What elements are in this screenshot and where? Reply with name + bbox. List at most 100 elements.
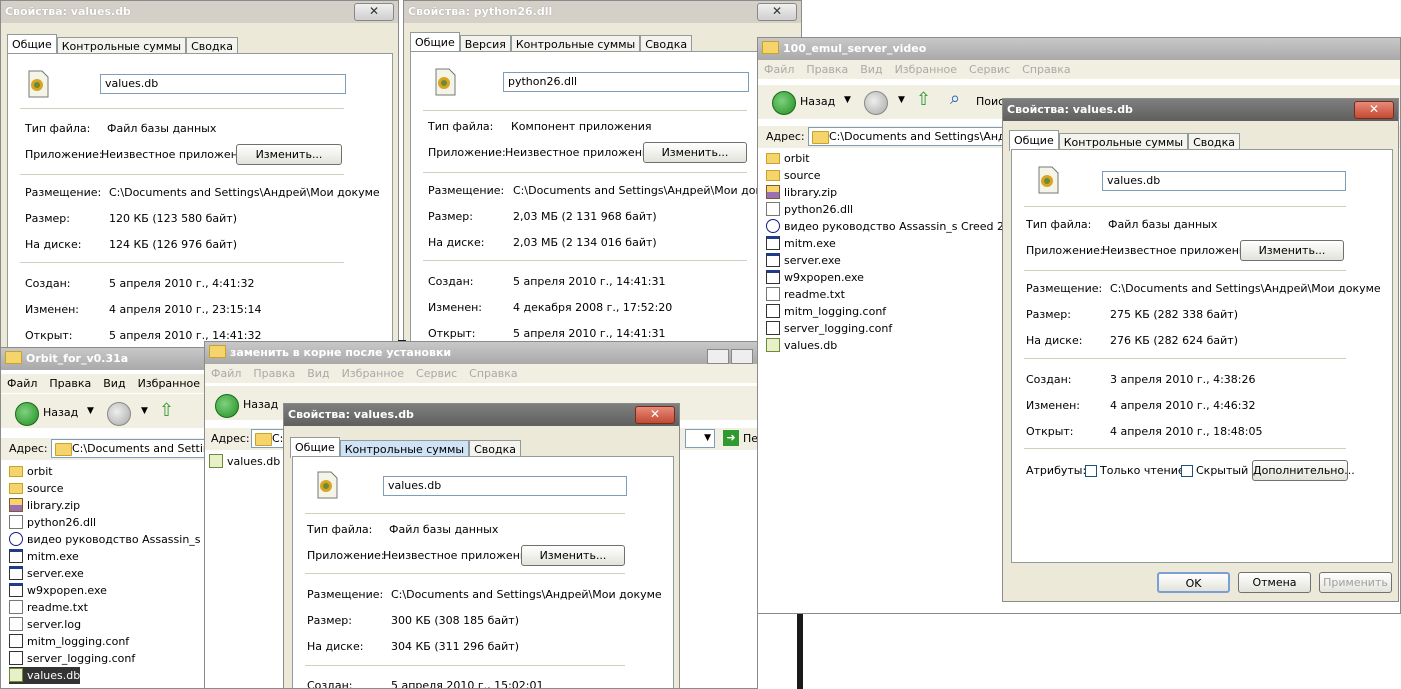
back-arrow-icon[interactable] — [772, 91, 796, 115]
config-file-icon — [766, 304, 780, 318]
list-item-selected[interactable]: values.db — [9, 667, 81, 684]
list-item[interactable]: server_logging.conf — [766, 320, 892, 337]
advanced-button[interactable]: Дополнительно... — [1252, 460, 1355, 481]
list-item[interactable]: видео руководство Assassin_s Cree — [9, 531, 205, 548]
folder-up-icon[interactable]: ⇧ — [916, 89, 931, 110]
cancel-button[interactable]: Отмена — [1238, 572, 1311, 593]
list-item[interactable]: server.log — [9, 616, 81, 633]
list-item[interactable]: values.db — [766, 337, 837, 354]
filename-field[interactable]: values.db — [383, 476, 627, 496]
change-button[interactable]: Изменить... — [643, 142, 747, 163]
filename-field[interactable]: values.db — [1102, 171, 1346, 191]
tab-general[interactable]: Общие — [1009, 130, 1059, 151]
list-item[interactable]: видео руководство Assassin_s Creed 2.flv — [766, 218, 1021, 235]
location-label: Размещение: — [428, 184, 505, 197]
forward-arrow-icon[interactable] — [107, 402, 131, 426]
back-button-label[interactable]: Назад — [800, 95, 835, 108]
menu-tools[interactable]: Сервис — [416, 367, 457, 380]
menu-edit[interactable]: Правка — [806, 63, 848, 76]
menu-file[interactable]: Файл — [211, 367, 241, 380]
list-item[interactable]: readme.txt — [766, 286, 845, 303]
back-button-label[interactable]: Назад — [243, 398, 278, 411]
close-button[interactable]: ✕ — [1354, 101, 1394, 119]
maximize-button[interactable] — [731, 349, 753, 364]
menu-tools[interactable]: Сервис — [969, 63, 1010, 76]
change-button[interactable]: Изменить... — [236, 144, 342, 165]
menu-edit[interactable]: Правка — [253, 367, 295, 380]
menu-view[interactable]: Вид — [103, 377, 125, 390]
forward-arrow-icon[interactable] — [864, 91, 888, 115]
menu-view[interactable]: Вид — [307, 367, 329, 380]
list-item[interactable]: w9xpopen.exe — [766, 269, 864, 286]
tab-general[interactable]: Общие — [7, 34, 57, 55]
list-item[interactable]: values.db — [209, 453, 280, 470]
address-input[interactable]: C:\Documents and Settings\Андрей — [808, 127, 1008, 146]
folder-up-icon[interactable]: ⇧ — [159, 400, 174, 421]
chevron-down-icon[interactable]: ▼ — [898, 95, 905, 105]
readonly-checkbox[interactable] — [1085, 465, 1097, 477]
back-button-label[interactable]: Назад — [43, 406, 78, 419]
title-bar[interactable]: Orbit_for_v0.31a — [1, 348, 205, 370]
readonly-label: Только чтение — [1100, 464, 1185, 477]
title-bar[interactable]: Свойства: python26.dll — [404, 1, 801, 23]
tab-general[interactable]: Общие — [410, 32, 460, 53]
chevron-down-icon[interactable]: ▼ — [844, 95, 851, 105]
list-item[interactable]: orbit — [766, 150, 810, 167]
title-bar[interactable]: Свойства: values.db — [1003, 99, 1398, 121]
list-item[interactable]: server_logging.conf — [9, 650, 135, 667]
menu-favorites[interactable]: Избранное — [342, 367, 404, 380]
list-item[interactable]: mitm.exe — [9, 548, 79, 565]
address-input[interactable]: C:\Documents and Settings — [51, 439, 205, 458]
menu-edit[interactable]: Правка — [49, 377, 91, 390]
search-button-label[interactable]: Поис — [976, 95, 1004, 108]
list-item[interactable]: orbit — [9, 463, 53, 480]
apply-button[interactable]: Применить — [1319, 572, 1392, 593]
chevron-down-icon[interactable]: ▼ — [141, 406, 148, 416]
change-button[interactable]: Изменить... — [521, 545, 625, 566]
list-item[interactable]: mitm_logging.conf — [766, 303, 886, 320]
list-item[interactable]: w9xpopen.exe — [9, 582, 107, 599]
list-item[interactable]: mitm.exe — [766, 235, 836, 252]
tab-general[interactable]: Общие — [290, 437, 340, 458]
ok-button[interactable]: OK — [1157, 572, 1230, 593]
list-item[interactable]: source — [766, 167, 821, 184]
minimize-button[interactable] — [707, 349, 729, 364]
chevron-down-icon[interactable]: ▼ — [87, 406, 94, 416]
back-arrow-icon[interactable] — [215, 394, 239, 418]
menu-help[interactable]: Справка — [469, 367, 517, 380]
go-button-label[interactable]: Пе — [743, 432, 757, 445]
list-item[interactable]: mitm_logging.conf — [9, 633, 129, 650]
change-button[interactable]: Изменить... — [1240, 240, 1344, 261]
menu-help[interactable]: Справка — [1022, 63, 1070, 76]
filename-field[interactable]: python26.dll — [503, 72, 749, 92]
list-item[interactable]: readme.txt — [9, 599, 88, 616]
menu-file[interactable]: Файл — [7, 377, 37, 390]
title-bar[interactable]: Свойства: values.db — [1, 1, 398, 23]
tab-strip: Общие Контрольные суммы Сводка — [1009, 130, 1240, 151]
properties-window-values-db-1: Свойства: values.db ✕ Общие Контрольные … — [0, 0, 399, 350]
go-arrow-icon[interactable]: ➜ — [723, 430, 739, 446]
list-item[interactable]: server.exe — [766, 252, 841, 269]
filename-field[interactable]: values.db — [100, 74, 346, 94]
menu-file[interactable]: Файл — [764, 63, 794, 76]
list-item[interactable]: source — [9, 480, 64, 497]
list-item[interactable]: python26.dll — [9, 514, 96, 531]
search-icon[interactable]: ⌕ — [950, 88, 960, 109]
address-value: C: — [272, 432, 284, 445]
menu-view[interactable]: Вид — [860, 63, 882, 76]
hidden-checkbox[interactable] — [1181, 465, 1193, 477]
close-button[interactable]: ✕ — [757, 3, 797, 21]
list-item[interactable]: server.exe — [9, 565, 84, 582]
list-item[interactable]: library.zip — [766, 184, 837, 201]
title-bar[interactable]: заменить в корне после установки — [205, 342, 757, 364]
title-bar[interactable]: Свойства: values.db — [284, 404, 679, 426]
close-button[interactable]: ✕ — [354, 3, 394, 21]
menu-favorites[interactable]: Избранное — [895, 63, 957, 76]
list-item[interactable]: library.zip — [9, 497, 80, 514]
menu-favorites[interactable]: Избранное — [138, 377, 200, 390]
list-item[interactable]: python26.dll — [766, 201, 853, 218]
back-arrow-icon[interactable] — [15, 402, 39, 426]
title-bar[interactable]: 100_emul_server_video — [758, 38, 1400, 60]
close-button[interactable]: ✕ — [635, 406, 675, 424]
chevron-down-icon[interactable]: ▼ — [685, 429, 715, 448]
